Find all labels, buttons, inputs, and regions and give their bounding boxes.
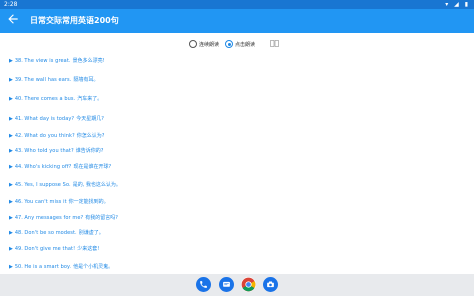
sentence-row[interactable]: ▶ 46. You can't miss it 你一定能找到的。: [9, 197, 109, 207]
sentence-english: He is a smart boy.: [24, 264, 72, 270]
play-icon[interactable]: ▶: [9, 244, 13, 254]
play-icon[interactable]: ▶: [9, 131, 13, 141]
sentence-number: 38.: [14, 58, 23, 64]
play-icon[interactable]: ▶: [9, 114, 13, 124]
sentence-chinese: 他是个小机灵鬼。: [73, 264, 114, 270]
sentence-number: 45.: [14, 182, 23, 188]
messages-icon[interactable]: [219, 277, 234, 292]
radio-unchecked-icon[interactable]: [189, 40, 197, 48]
sentence-row[interactable]: ▶ 49. Don't give me that! 少来这套!: [9, 244, 99, 254]
sentence-chinese: 谁告诉你的?: [75, 148, 104, 154]
play-icon[interactable]: ▶: [9, 228, 13, 238]
sentence-english: Yes, I suppose So.: [24, 182, 71, 188]
status-icons: ▾ ◢ ▮: [445, 1, 470, 8]
sentence-english: Don't be so modest.: [24, 230, 77, 236]
radio-click-label: 点击朗读: [235, 41, 256, 48]
back-arrow-icon[interactable]: [6, 12, 20, 26]
book-icon[interactable]: [270, 40, 279, 47]
sentence-english: There comes a bus.: [24, 96, 76, 102]
sentence-row[interactable]: ▶ 43. Who told you that? 谁告诉你的?: [9, 146, 103, 156]
play-icon[interactable]: ▶: [9, 213, 13, 223]
read-mode-selector: 连续朗读 点击朗读: [0, 36, 474, 52]
radio-click-read[interactable]: 点击朗读: [225, 39, 255, 49]
sentence-row[interactable]: ▶ 48. Don't be so modest. 别谦虚了。: [9, 228, 104, 238]
sentence-english: The wall has ears.: [24, 77, 72, 83]
sentence-chinese: 你一定能找到的。: [68, 199, 109, 205]
sentence-number: 50.: [14, 264, 23, 270]
sentence-row[interactable]: ▶ 47. Any messages for me? 有我的留言吗?: [9, 213, 118, 223]
chrome-icon[interactable]: [241, 277, 256, 292]
sentence-chinese: 景色多么漂亮!: [72, 58, 105, 64]
play-icon[interactable]: ▶: [9, 262, 13, 272]
sentence-row[interactable]: ▶ 41. What day is today? 今天星期几?: [9, 114, 104, 124]
sentence-number: 44.: [14, 164, 23, 170]
radio-checked-icon[interactable]: [225, 40, 233, 48]
sentence-row[interactable]: ▶ 42. What do you think? 你怎么认为?: [9, 131, 104, 141]
sentence-chinese: 是的, 我也这么认为。: [72, 182, 121, 188]
sentence-chinese: 少来这套!: [77, 246, 100, 252]
radio-sequential-label: 连续朗读: [199, 41, 220, 48]
sentence-english: The view is great.: [24, 58, 71, 64]
sentence-chinese: 汽车来了。: [77, 96, 103, 102]
sentence-number: 47.: [14, 215, 23, 221]
sentence-chinese: 现在是谁在开球?: [73, 164, 112, 170]
sentence-row[interactable]: ▶ 38. The view is great. 景色多么漂亮!: [9, 56, 105, 66]
sentence-chinese: 别谦虚了。: [78, 230, 104, 236]
sentence-chinese: 隔墙有耳。: [73, 77, 99, 83]
sentence-row[interactable]: ▶ 40. There comes a bus. 汽车来了。: [9, 94, 102, 104]
sentence-number: 48.: [14, 230, 23, 236]
sentence-number: 41.: [14, 116, 23, 122]
play-icon[interactable]: ▶: [9, 180, 13, 190]
play-icon[interactable]: ▶: [9, 75, 13, 85]
play-icon[interactable]: ▶: [9, 56, 13, 66]
sentence-chinese: 今天星期几?: [76, 116, 104, 122]
play-icon[interactable]: ▶: [9, 162, 13, 172]
sentence-row[interactable]: ▶ 50. He is a smart boy. 他是个小机灵鬼。: [9, 262, 113, 272]
sentence-chinese: 你怎么认为?: [76, 133, 105, 139]
sentence-number: 46.: [14, 199, 23, 205]
radio-sequential-read[interactable]: 连续朗读: [189, 39, 219, 49]
sentence-number: 49.: [14, 246, 23, 252]
sentence-english: Any messages for me?: [24, 215, 84, 221]
sentence-english: Who told you that?: [24, 148, 74, 154]
taskbar-dock: [0, 274, 474, 296]
phone-icon[interactable]: [196, 277, 211, 292]
sentence-chinese: 有我的留言吗?: [85, 215, 118, 221]
play-icon[interactable]: ▶: [9, 197, 13, 207]
sentence-english: What day is today?: [24, 116, 75, 122]
page-title: 日常交际常用英语200句: [30, 16, 119, 25]
sentence-english: Who's kicking off?: [24, 164, 72, 170]
sentence-row[interactable]: ▶ 45. Yes, I suppose So. 是的, 我也这么认为。: [9, 180, 121, 190]
play-icon[interactable]: ▶: [9, 146, 13, 156]
status-bar: 2:28 ▾ ◢ ▮: [0, 0, 474, 9]
sentence-english: What do you think?: [24, 133, 75, 139]
sentence-row[interactable]: ▶ 44. Who's kicking off? 现在是谁在开球?: [9, 162, 111, 172]
sentence-number: 42.: [14, 133, 23, 139]
sentence-number: 43.: [14, 148, 23, 154]
sentence-number: 39.: [14, 77, 23, 83]
camera-icon[interactable]: [263, 277, 278, 292]
sentence-row[interactable]: ▶ 39. The wall has ears. 隔墙有耳。: [9, 75, 98, 85]
play-icon[interactable]: ▶: [9, 94, 13, 104]
sentence-english: Don't give me that!: [24, 246, 76, 252]
app-bar: 日常交际常用英语200句: [0, 9, 474, 33]
sentence-number: 40.: [14, 96, 23, 102]
status-time: 2:28: [4, 1, 18, 8]
sentence-english: You can't miss it: [24, 199, 67, 205]
